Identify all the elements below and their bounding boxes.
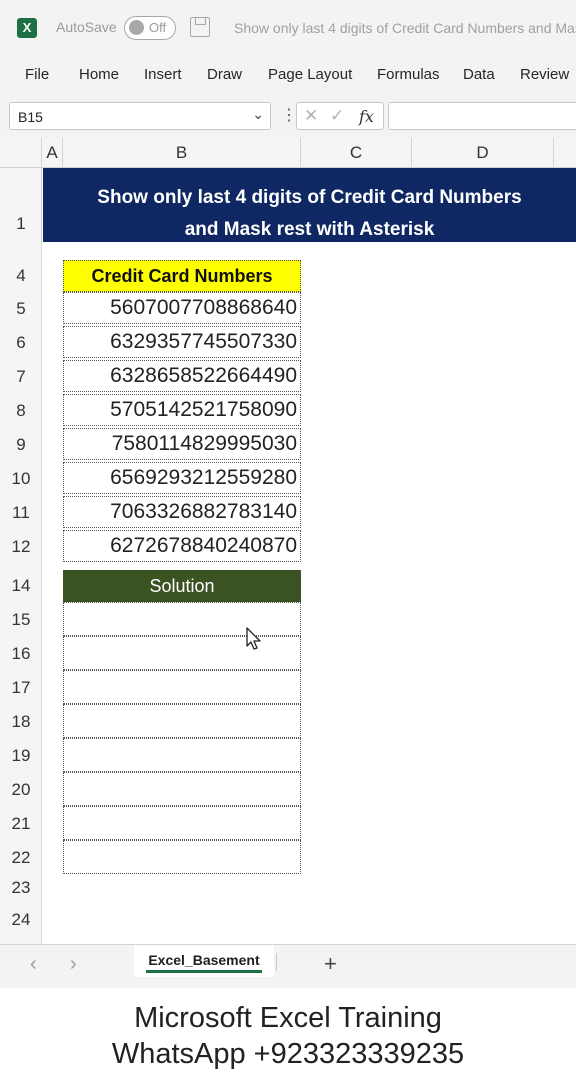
- autosave-toggle[interactable]: Off: [124, 16, 176, 40]
- caption-line-2: WhatsApp +923323339235: [111, 1038, 465, 1070]
- row-header-8[interactable]: 8: [0, 401, 42, 421]
- solution-cell[interactable]: [63, 636, 301, 670]
- banner-line-1: Show only last 4 digits of Credit Card N…: [97, 187, 522, 208]
- column-header-b[interactable]: B: [63, 138, 301, 168]
- tab-review[interactable]: Review: [520, 66, 569, 83]
- promo-caption: Microsoft Excel Training WhatsApp +92332…: [0, 988, 576, 1080]
- row-headers: 1 4 5 6 7 8 9 10 11 12 14 15 16 17 18 19…: [0, 168, 42, 944]
- active-sheet-underline: [146, 970, 262, 973]
- row-header-4[interactable]: 4: [0, 266, 42, 286]
- solution-header-cell[interactable]: Solution: [63, 570, 301, 602]
- solution-cell[interactable]: [63, 704, 301, 738]
- row-header-7[interactable]: 7: [0, 367, 42, 387]
- row-header-23[interactable]: 23: [0, 878, 42, 898]
- row-header-15[interactable]: 15: [0, 610, 42, 630]
- more-options-icon[interactable]: ⋮: [281, 105, 297, 125]
- tab-page-layout[interactable]: Page Layout: [268, 66, 352, 83]
- formula-input[interactable]: [388, 102, 576, 130]
- row-header-10[interactable]: 10: [0, 469, 42, 489]
- column-headers: A B C D: [0, 138, 576, 168]
- row-header-24[interactable]: 24: [0, 910, 42, 930]
- chevron-down-icon[interactable]: ⌄: [252, 106, 264, 123]
- title-bar: X AutoSave Off Show only last 4 digits o…: [0, 0, 576, 56]
- row-header-19[interactable]: 19: [0, 746, 42, 766]
- cancel-icon[interactable]: ✕: [304, 106, 318, 126]
- autosave-label: AutoSave: [56, 19, 117, 35]
- insert-function-icon[interactable]: fx: [359, 107, 374, 126]
- next-sheet-icon[interactable]: ›: [70, 953, 77, 976]
- name-box[interactable]: B15 ⌄: [9, 102, 271, 130]
- tab-file[interactable]: File: [25, 66, 49, 83]
- column-header-c[interactable]: C: [301, 138, 412, 168]
- row-header-18[interactable]: 18: [0, 712, 42, 732]
- solution-cell[interactable]: [63, 670, 301, 704]
- row-header-5[interactable]: 5: [0, 299, 42, 319]
- column-header-a[interactable]: A: [42, 138, 63, 168]
- autosave-state: Off: [149, 20, 167, 35]
- tab-data[interactable]: Data: [463, 66, 495, 83]
- sheet-title-banner[interactable]: Show only last 4 digits of Credit Card N…: [43, 168, 576, 242]
- add-sheet-button[interactable]: +: [324, 951, 337, 977]
- formula-bar: B15 ⌄ ⋮ ✕ ✓ fx: [0, 96, 576, 138]
- card-number-cell[interactable]: 6272678840240870: [63, 530, 301, 562]
- row-header-22[interactable]: 22: [0, 848, 42, 868]
- solution-cell[interactable]: [63, 738, 301, 772]
- row-header-12[interactable]: 12: [0, 537, 42, 557]
- tab-home[interactable]: Home: [79, 66, 119, 83]
- tab-insert[interactable]: Insert: [144, 66, 182, 83]
- card-number-cell[interactable]: 5607007708868640: [63, 292, 301, 324]
- banner-line-2: and Mask rest with Asterisk: [184, 219, 435, 240]
- card-number-cell[interactable]: 5705142521758090: [63, 394, 301, 426]
- sheet-tab-label: Excel_Basement: [148, 952, 260, 968]
- ribbon-tabs: File Home Insert Draw Page Layout Formul…: [0, 56, 576, 96]
- enter-icon[interactable]: ✓: [330, 106, 344, 126]
- sheet-separator: [276, 953, 277, 971]
- tab-formulas[interactable]: Formulas: [377, 66, 440, 83]
- mouse-cursor-icon: [246, 627, 261, 650]
- sheet-tab-bar: ‹ › Excel_Basement +: [0, 944, 576, 988]
- column-header-d[interactable]: D: [412, 138, 554, 168]
- row-header-21[interactable]: 21: [0, 814, 42, 834]
- credit-card-header-cell[interactable]: Credit Card Numbers: [63, 260, 301, 292]
- card-number-cell[interactable]: 7063326882783140: [63, 496, 301, 528]
- row-header-20[interactable]: 20: [0, 780, 42, 800]
- previous-sheet-icon[interactable]: ‹: [30, 953, 37, 976]
- caption-line-1: Microsoft Excel Training: [134, 1002, 442, 1034]
- excel-logo-icon: X: [17, 18, 37, 38]
- row-header-17[interactable]: 17: [0, 678, 42, 698]
- formula-buttons: ✕ ✓ fx: [296, 102, 384, 130]
- select-all-corner[interactable]: [0, 138, 42, 168]
- solution-cell[interactable]: [63, 772, 301, 806]
- solution-cell[interactable]: [63, 602, 301, 636]
- row-header-1[interactable]: 1: [0, 214, 42, 234]
- row-header-16[interactable]: 16: [0, 644, 42, 664]
- row-header-6[interactable]: 6: [0, 333, 42, 353]
- sheet-tab-excel-basement[interactable]: Excel_Basement: [134, 945, 274, 977]
- row-header-11[interactable]: 11: [0, 503, 42, 523]
- row-header-9[interactable]: 9: [0, 435, 42, 455]
- row-header-14[interactable]: 14: [0, 576, 42, 596]
- solution-cell[interactable]: [63, 806, 301, 840]
- card-number-cell[interactable]: 6328658522664490: [63, 360, 301, 392]
- name-box-value: B15: [18, 109, 43, 125]
- toggle-knob: [129, 20, 144, 35]
- solution-cell[interactable]: [63, 840, 301, 874]
- card-number-cell[interactable]: 7580114829995030: [63, 428, 301, 460]
- tab-draw[interactable]: Draw: [207, 66, 242, 83]
- save-icon[interactable]: [190, 17, 210, 37]
- card-number-cell[interactable]: 6569293212559280: [63, 462, 301, 494]
- document-title: Show only last 4 digits of Credit Card N…: [234, 20, 576, 36]
- card-number-cell[interactable]: 6329357745507330: [63, 326, 301, 358]
